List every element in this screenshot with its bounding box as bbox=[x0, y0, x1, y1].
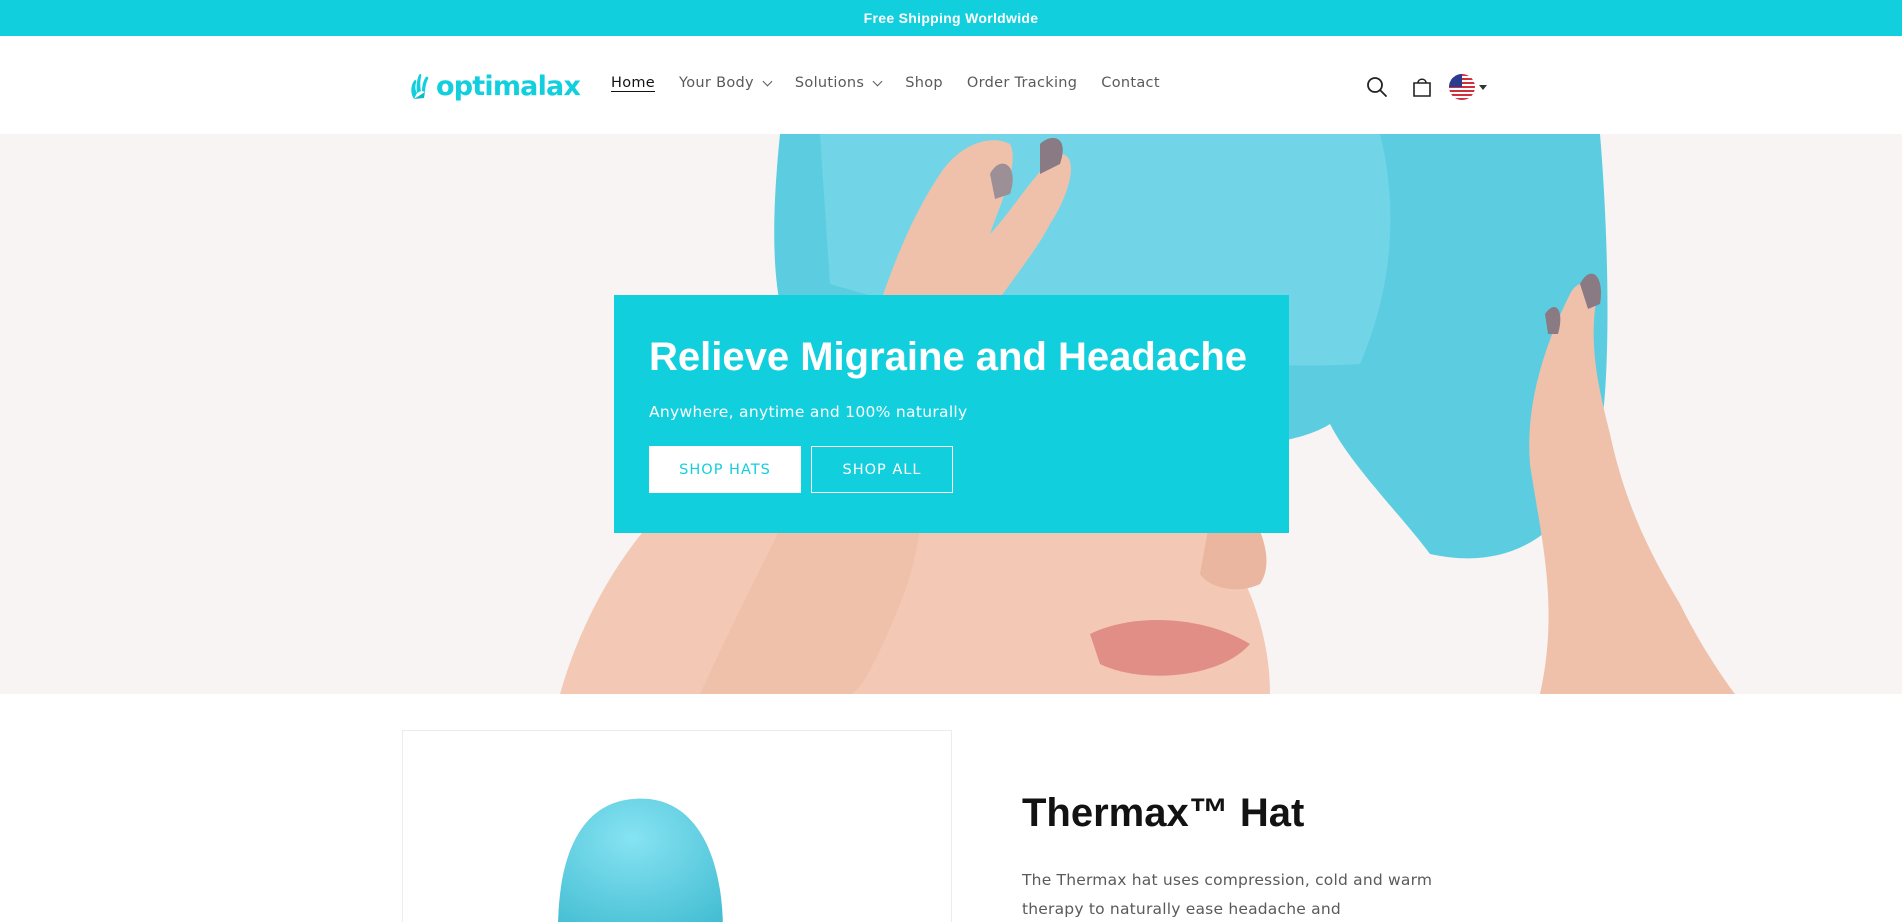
nav-shop[interactable]: Shop bbox=[905, 75, 943, 91]
nav-order-tracking[interactable]: Order Tracking bbox=[967, 75, 1077, 91]
product-image-card[interactable] bbox=[402, 730, 952, 922]
site-header: optimalax Home Your Body Solutions Shop … bbox=[0, 36, 1902, 134]
nav-order-tracking-label: Order Tracking bbox=[966, 75, 1078, 91]
chevron-down-icon bbox=[762, 76, 773, 86]
logo[interactable]: optimalax bbox=[408, 70, 581, 102]
nav-your-body-label: Your Body bbox=[679, 75, 754, 91]
nav-contact-label: Contact bbox=[1101, 75, 1160, 91]
shop-all-button[interactable]: SHOP ALL bbox=[811, 446, 953, 493]
hero-title: Relieve Migraine and Headache bbox=[649, 335, 1248, 379]
product-title: Thermax™ Hat bbox=[1022, 791, 1305, 835]
cart-button[interactable] bbox=[1411, 76, 1433, 98]
main-nav: Home Your Body Solutions Shop Order Trac… bbox=[611, 75, 1184, 91]
nav-shop-label: Shop bbox=[905, 75, 943, 91]
logo-hands-icon bbox=[411, 73, 429, 99]
caret-down-icon bbox=[1479, 84, 1487, 90]
nav-solutions[interactable]: Solutions bbox=[794, 75, 883, 91]
nav-your-body[interactable]: Your Body bbox=[679, 75, 773, 91]
nav-home-label: Home bbox=[611, 75, 656, 91]
us-flag-icon bbox=[1449, 74, 1475, 100]
hero-subtitle: Anywhere, anytime and 100% naturally bbox=[649, 403, 968, 421]
cart-icon bbox=[1413, 78, 1431, 97]
announcement-bar: Free Shipping Worldwide bbox=[0, 0, 1902, 36]
nav-contact[interactable]: Contact bbox=[1101, 75, 1160, 91]
hero-banner: Relieve Migraine and Headache Anywhere, … bbox=[0, 134, 1902, 694]
shop-hats-button[interactable]: SHOP HATS bbox=[649, 446, 801, 493]
announcement-text: Free Shipping Worldwide bbox=[863, 10, 1039, 26]
country-selector[interactable] bbox=[1449, 74, 1487, 100]
hero-content-box: Relieve Migraine and Headache Anywhere, … bbox=[614, 295, 1289, 533]
search-icon bbox=[1367, 77, 1387, 97]
product-description: The Thermax hat uses compression, cold a… bbox=[1022, 871, 1433, 918]
search-button[interactable] bbox=[1366, 76, 1388, 98]
nav-home[interactable]: Home bbox=[611, 75, 655, 91]
nav-solutions-label: Solutions bbox=[794, 75, 865, 91]
product-image bbox=[558, 798, 723, 922]
logo-text: optimalax bbox=[436, 70, 581, 102]
chevron-down-icon bbox=[872, 76, 883, 86]
